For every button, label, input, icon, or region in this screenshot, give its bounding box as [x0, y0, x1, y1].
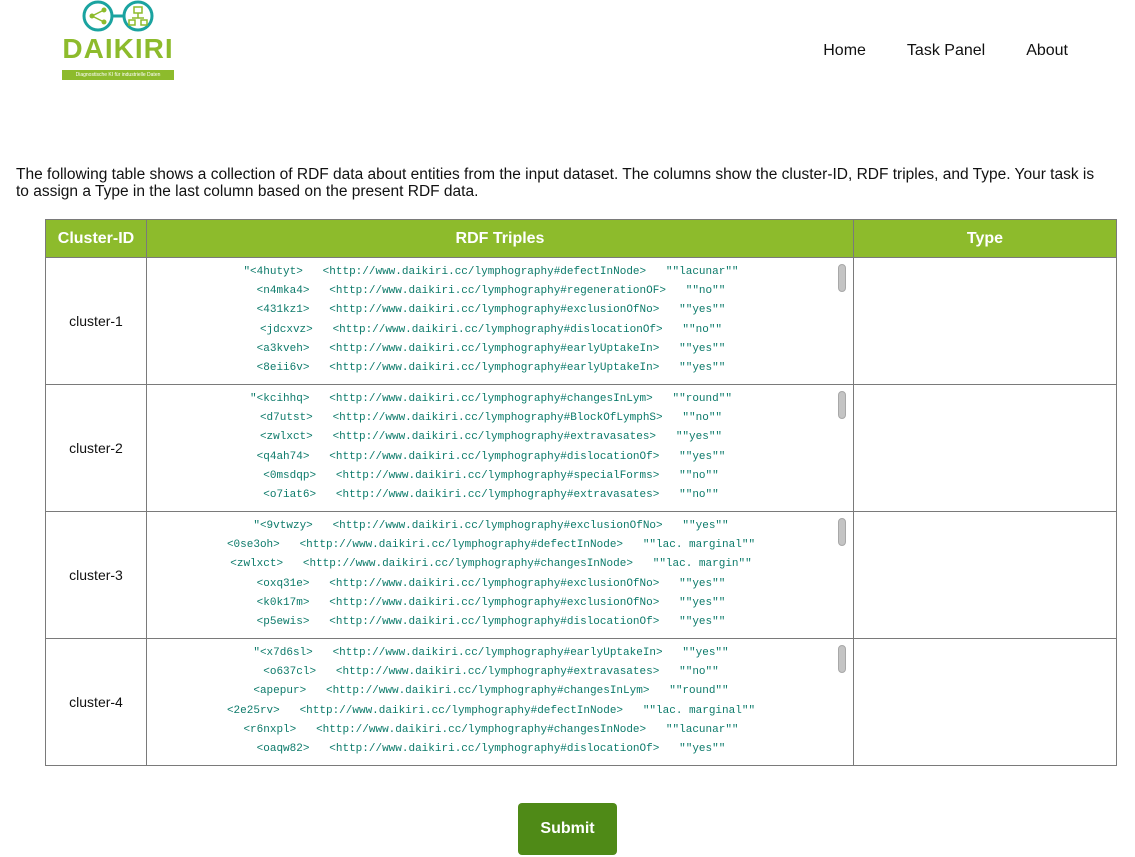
rdf-triple: <r6nxpl> <http://www.daikiri.cc/lymphogr…: [243, 723, 739, 736]
rdf-triples-cell: "<x7d6sl> <http://www.daikiri.cc/lymphog…: [146, 638, 854, 766]
cluster-id-cell: cluster-4: [45, 638, 147, 766]
column-header-rdf-triples: RDF Triples: [146, 219, 854, 258]
logo-text: DAIKIRI: [62, 33, 174, 64]
table-row: cluster-3 "<9vtwzy> <http://www.daikiri.c…: [45, 511, 1117, 639]
scrollbar[interactable]: [837, 263, 847, 379]
daikiri-logo[interactable]: DAIKIRI Diagnostische KI für industriell…: [60, 0, 176, 82]
rdf-triple: "<4hutyt> <http://www.daikiri.cc/lymphog…: [243, 266, 739, 278]
triples-list: "<x7d6sl> <http://www.daikiri.cc/lymphog…: [147, 644, 835, 759]
rdf-triple: <p5ewis> <http://www.daikiri.cc/lymphogr…: [256, 615, 726, 628]
submit-button[interactable]: Submit: [518, 803, 617, 855]
rdf-triple: <8eii6v> <http://www.daikiri.cc/lymphogr…: [256, 361, 726, 374]
scrollbar[interactable]: [837, 390, 847, 506]
rdf-triples-cell: "<4hutyt> <http://www.daikiri.cc/lymphog…: [146, 257, 854, 385]
type-input-cell[interactable]: [853, 511, 1117, 639]
nav-about[interactable]: About: [1026, 42, 1068, 60]
column-header-type: Type: [853, 219, 1117, 258]
rdf-triple: "<9vtwzy> <http://www.daikiri.cc/lymphog…: [253, 520, 729, 532]
type-input-cell[interactable]: [853, 384, 1117, 512]
rdf-triples-cell: "<kcihhq> <http://www.daikiri.cc/lymphog…: [146, 384, 854, 512]
scrollbar-thumb[interactable]: [838, 264, 846, 292]
scrollbar-thumb[interactable]: [838, 391, 846, 419]
rdf-triple: <k0k17m> <http://www.daikiri.cc/lymphogr…: [256, 596, 726, 609]
rdf-triple: <a3kveh> <http://www.daikiri.cc/lymphogr…: [256, 342, 726, 355]
scrollbar-thumb[interactable]: [838, 518, 846, 546]
logo-network-icon: [82, 0, 154, 32]
type-input-cell[interactable]: [853, 257, 1117, 385]
rdf-triple: <zwlxct> <http://www.daikiri.cc/lymphogr…: [230, 558, 752, 571]
scrollbar[interactable]: [837, 644, 847, 760]
rdf-triple: <0se3oh> <http://www.daikiri.cc/lymphogr…: [226, 539, 756, 552]
rdf-triple: <0msdqp> <http://www.daikiri.cc/lymphogr…: [263, 469, 719, 482]
triples-scroll-area[interactable]: "<x7d6sl> <http://www.daikiri.cc/lymphog…: [147, 640, 853, 764]
rdf-triple: "<x7d6sl> <http://www.daikiri.cc/lymphog…: [253, 647, 729, 659]
triples-scroll-area[interactable]: "<kcihhq> <http://www.daikiri.cc/lymphog…: [147, 386, 853, 510]
triples-list: "<9vtwzy> <http://www.daikiri.cc/lymphog…: [147, 517, 835, 632]
rdf-triple: <jdcxvz> <http://www.daikiri.cc/lymphogr…: [259, 323, 723, 336]
rdf-triple: <oaqw82> <http://www.daikiri.cc/lymphogr…: [256, 742, 726, 755]
rdf-triple: <zwlxct> <http://www.daikiri.cc/lymphogr…: [259, 431, 723, 444]
triples-scroll-area[interactable]: "<9vtwzy> <http://www.daikiri.cc/lymphog…: [147, 513, 853, 637]
cluster-id-cell: cluster-2: [45, 384, 147, 512]
rdf-triple: <o7iat6> <http://www.daikiri.cc/lymphogr…: [263, 488, 719, 501]
rdf-triple: <2e25rv> <http://www.daikiri.cc/lymphogr…: [226, 704, 756, 717]
rdf-triple: <431kz1> <http://www.daikiri.cc/lymphogr…: [256, 304, 726, 317]
logo-subtitle: Diagnostische KI für industrielle Daten: [62, 70, 174, 80]
rdf-triple: <oxq31e> <http://www.daikiri.cc/lymphogr…: [256, 577, 726, 590]
table-row: cluster-2 "<kcihhq> <http://www.daikiri.c…: [45, 384, 1117, 512]
rdf-triple: "<kcihhq> <http://www.daikiri.cc/lymphog…: [250, 393, 732, 405]
rdf-triple: <apepur> <http://www.daikiri.cc/lymphogr…: [253, 685, 729, 698]
scrollbar[interactable]: [837, 517, 847, 633]
scrollbar-thumb[interactable]: [838, 645, 846, 673]
nav-task-panel[interactable]: Task Panel: [907, 42, 985, 60]
type-input-cell[interactable]: [853, 638, 1117, 766]
rdf-table: Cluster-ID RDF Triples Type cluster-1 "<4…: [45, 219, 1117, 766]
task-instructions: The following table shows a collection o…: [16, 165, 1095, 200]
column-header-cluster-id: Cluster-ID: [45, 219, 147, 258]
table-row: cluster-1 "<4hutyt> <http://www.daikiri.c…: [45, 257, 1117, 385]
main-nav: Home Task Panel About: [823, 42, 1068, 60]
table-row: cluster-4 "<x7d6sl> <http://www.daikiri.c…: [45, 638, 1117, 766]
triples-list: "<kcihhq> <http://www.daikiri.cc/lymphog…: [147, 390, 835, 505]
rdf-triple: <n4mka4> <http://www.daikiri.cc/lymphogr…: [256, 285, 726, 298]
rdf-triple: <o637cl> <http://www.daikiri.cc/lymphogr…: [263, 666, 719, 679]
rdf-triple: <q4ah74> <http://www.daikiri.cc/lymphogr…: [256, 450, 726, 463]
nav-home[interactable]: Home: [823, 42, 866, 60]
cluster-id-cell: cluster-3: [45, 511, 147, 639]
triples-list: "<4hutyt> <http://www.daikiri.cc/lymphog…: [147, 263, 835, 378]
cluster-id-cell: cluster-1: [45, 257, 147, 385]
triples-scroll-area[interactable]: "<4hutyt> <http://www.daikiri.cc/lymphog…: [147, 259, 853, 383]
rdf-triple: <d7utst> <http://www.daikiri.cc/lymphogr…: [259, 412, 723, 425]
rdf-triples-cell: "<9vtwzy> <http://www.daikiri.cc/lymphog…: [146, 511, 854, 639]
